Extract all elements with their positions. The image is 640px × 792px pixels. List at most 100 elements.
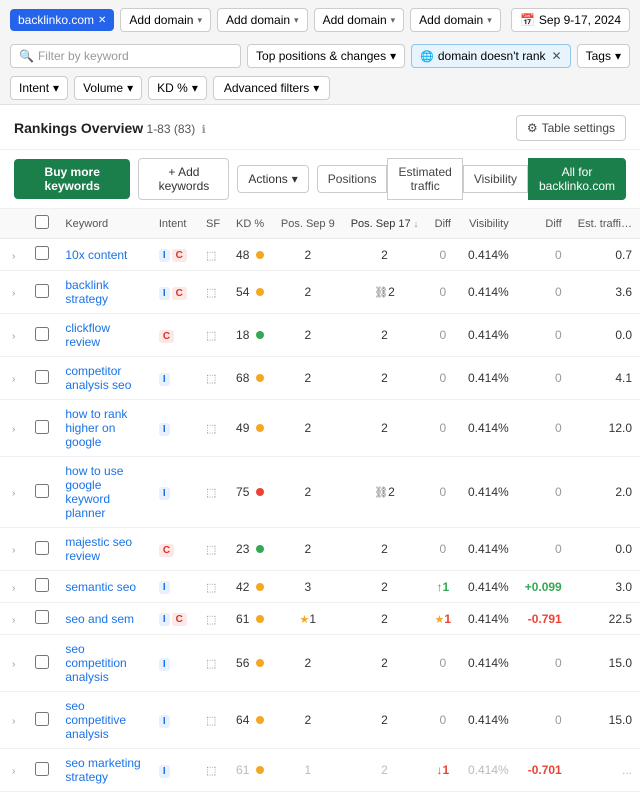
row-check-cell[interactable]: [27, 239, 57, 271]
select-all-checkbox[interactable]: [35, 215, 49, 229]
tab-all-backlinko[interactable]: All for backlinko.com: [528, 158, 626, 200]
expand-icon[interactable]: ›: [8, 488, 19, 499]
add-domain-3[interactable]: Add domain ▾: [314, 8, 405, 32]
row-check-cell[interactable]: [27, 528, 57, 571]
keyword-cell[interactable]: competitor analysis seo: [57, 357, 151, 400]
row-check-cell[interactable]: [27, 603, 57, 635]
tab-positions[interactable]: Positions: [317, 165, 388, 193]
row-expand-cell[interactable]: ›: [0, 357, 27, 400]
buy-keywords-button[interactable]: Buy more keywords: [14, 159, 130, 199]
keyword-cell[interactable]: 10x content: [57, 239, 151, 271]
keyword-label[interactable]: how to use google keyword planner: [65, 464, 123, 520]
domain-close-icon[interactable]: ✕: [98, 15, 106, 26]
table-settings-button[interactable]: ⚙ Table settings: [516, 115, 626, 141]
row-checkbox[interactable]: [35, 284, 49, 298]
row-expand-cell[interactable]: ›: [0, 239, 27, 271]
expand-icon[interactable]: ›: [8, 615, 19, 626]
traffic-cell: 0.7: [570, 239, 640, 271]
keyword-label[interactable]: backlink strategy: [65, 278, 108, 306]
row-expand-cell[interactable]: ›: [0, 603, 27, 635]
tab-visibility[interactable]: Visibility: [463, 165, 528, 193]
expand-icon[interactable]: ›: [8, 251, 19, 262]
domain-filter[interactable]: 🌐 domain doesn't rank ✕: [411, 44, 570, 68]
row-checkbox[interactable]: [35, 484, 49, 498]
positions-filter[interactable]: Top positions & changes ▾: [247, 44, 405, 68]
keyword-cell[interactable]: semantic seo: [57, 571, 151, 603]
add-domain-4[interactable]: Add domain ▾: [410, 8, 501, 32]
expand-icon[interactable]: ›: [8, 583, 19, 594]
expand-icon[interactable]: ›: [8, 545, 19, 556]
domain-filter-close-icon[interactable]: ✕: [552, 49, 562, 63]
row-check-cell[interactable]: [27, 314, 57, 357]
tags-filter[interactable]: Tags ▾: [577, 44, 630, 68]
row-expand-cell[interactable]: ›: [0, 457, 27, 528]
row-check-cell[interactable]: [27, 635, 57, 692]
actions-button[interactable]: Actions ▾: [237, 165, 308, 193]
keyword-label[interactable]: semantic seo: [65, 580, 136, 594]
keyword-label[interactable]: seo and sem: [65, 612, 134, 626]
expand-icon[interactable]: ›: [8, 424, 19, 435]
row-check-cell[interactable]: [27, 271, 57, 314]
vdiff-cell: 0: [517, 239, 570, 271]
row-check-cell[interactable]: [27, 357, 57, 400]
row-checkbox[interactable]: [35, 762, 49, 776]
advanced-filters-button[interactable]: Advanced filters ▾: [213, 76, 330, 100]
row-expand-cell[interactable]: ›: [0, 692, 27, 749]
kd-filter[interactable]: KD % ▾: [148, 76, 207, 100]
keyword-cell[interactable]: seo competitive analysis: [57, 692, 151, 749]
intent-filter[interactable]: Intent ▾: [10, 76, 68, 100]
row-expand-cell[interactable]: ›: [0, 400, 27, 457]
keyword-cell[interactable]: majestic seo review: [57, 528, 151, 571]
row-checkbox[interactable]: [35, 420, 49, 434]
keyword-cell[interactable]: seo competition analysis: [57, 635, 151, 692]
keyword-cell[interactable]: how to rank higher on google: [57, 400, 151, 457]
row-expand-cell[interactable]: ›: [0, 571, 27, 603]
row-checkbox[interactable]: [35, 246, 49, 260]
expand-icon[interactable]: ›: [8, 716, 19, 727]
row-check-cell[interactable]: [27, 571, 57, 603]
keyword-label[interactable]: majestic seo review: [65, 535, 132, 563]
row-check-cell[interactable]: [27, 749, 57, 792]
keyword-filter-wrap[interactable]: 🔍 Filter by keyword: [10, 44, 241, 68]
expand-icon[interactable]: ›: [8, 659, 19, 670]
expand-icon[interactable]: ›: [8, 331, 19, 342]
row-expand-cell[interactable]: ›: [0, 314, 27, 357]
add-domain-1[interactable]: Add domain ▾: [120, 8, 211, 32]
keyword-cell[interactable]: seo marketing strategy: [57, 749, 151, 792]
tab-estimated-traffic[interactable]: Estimated traffic: [387, 158, 462, 200]
keyword-cell[interactable]: clickflow review: [57, 314, 151, 357]
volume-filter[interactable]: Volume ▾: [74, 76, 142, 100]
keyword-cell[interactable]: backlink strategy: [57, 271, 151, 314]
keyword-label[interactable]: seo competitive analysis: [65, 699, 126, 741]
expand-icon[interactable]: ›: [8, 374, 19, 385]
keyword-label[interactable]: how to rank higher on google: [65, 407, 127, 449]
row-checkbox[interactable]: [35, 712, 49, 726]
keyword-cell[interactable]: how to use google keyword planner: [57, 457, 151, 528]
row-check-cell[interactable]: [27, 457, 57, 528]
row-check-cell[interactable]: [27, 692, 57, 749]
row-expand-cell[interactable]: ›: [0, 271, 27, 314]
row-checkbox[interactable]: [35, 541, 49, 555]
keyword-cell[interactable]: seo and sem: [57, 603, 151, 635]
row-check-cell[interactable]: [27, 400, 57, 457]
expand-icon[interactable]: ›: [8, 766, 19, 777]
keyword-label[interactable]: 10x content: [65, 248, 127, 262]
keyword-label[interactable]: seo marketing strategy: [65, 756, 140, 784]
active-domain-pill[interactable]: backlinko.com ✕: [10, 9, 114, 31]
date-range-picker[interactable]: 📅 Sep 9-17, 2024: [511, 8, 630, 32]
row-expand-cell[interactable]: ›: [0, 749, 27, 792]
add-keywords-button[interactable]: + Add keywords: [138, 158, 229, 200]
expand-icon[interactable]: ›: [8, 288, 19, 299]
keyword-label[interactable]: clickflow review: [65, 321, 110, 349]
row-checkbox[interactable]: [35, 610, 49, 624]
row-checkbox[interactable]: [35, 655, 49, 669]
row-expand-cell[interactable]: ›: [0, 528, 27, 571]
row-expand-cell[interactable]: ›: [0, 635, 27, 692]
kd-cell: 61: [228, 749, 273, 792]
row-checkbox[interactable]: [35, 327, 49, 341]
add-domain-2[interactable]: Add domain ▾: [217, 8, 308, 32]
keyword-label[interactable]: competitor analysis seo: [65, 364, 131, 392]
row-checkbox[interactable]: [35, 370, 49, 384]
keyword-label[interactable]: seo competition analysis: [65, 642, 126, 684]
kd-value: 49: [236, 421, 249, 435]
